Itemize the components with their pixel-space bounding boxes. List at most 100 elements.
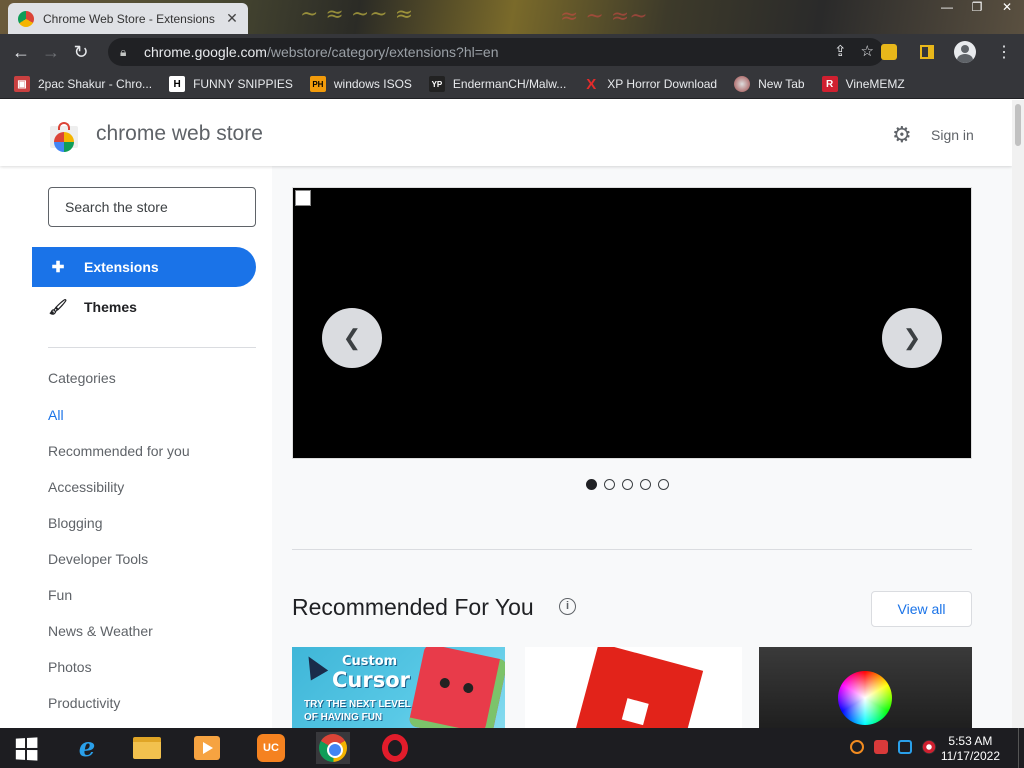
app-tray-icon[interactable] <box>922 740 936 754</box>
bookmark-favicon-icon: YP <box>428 76 445 92</box>
store-title[interactable]: chrome web store <box>96 122 263 146</box>
category-link[interactable]: Productivity <box>48 695 120 711</box>
page-scrollbar[interactable] <box>1012 100 1024 728</box>
divider <box>292 549 972 550</box>
url-path: /webstore/category/extensions?hl=en <box>266 44 499 60</box>
system-clock[interactable]: 5:53 AM 11/17/2022 <box>941 734 1000 764</box>
puzzle-icon: ✚ <box>51 259 65 276</box>
bookmark-label: 2pac Shakur - Chro... <box>38 77 153 91</box>
chevron-right-icon: ❯ <box>902 325 922 350</box>
carousel-dot[interactable] <box>586 479 597 490</box>
category-link-all[interactable]: All <box>48 407 64 423</box>
view-all-button[interactable]: View all <box>871 591 972 627</box>
show-desktop-button[interactable] <box>1018 728 1024 768</box>
categories-heading: Categories <box>48 370 116 386</box>
bookmark-item[interactable]: H FUNNY SNIPPIES <box>169 76 293 92</box>
category-link[interactable]: Fun <box>48 587 72 603</box>
bookmark-star-icon[interactable]: ☆ <box>861 42 874 60</box>
bookmark-label: XP Horror Download <box>607 77 718 91</box>
cursor-arrow-icon <box>299 651 329 681</box>
carousel-dot[interactable] <box>604 479 615 490</box>
web-store-favicon-icon <box>18 10 34 27</box>
gear-icon[interactable]: ⚙ <box>892 122 912 148</box>
bookmark-item[interactable]: PH windows ISOS <box>309 76 412 92</box>
bookmark-item[interactable]: ▣ 2pac Shakur - Chro... <box>14 76 152 92</box>
carousel-prev-button[interactable]: ❮ <box>322 308 382 368</box>
file-explorer-icon[interactable] <box>130 732 164 764</box>
card-banner-subtitle: TRY THE NEXT LEVEL OF HAVING FUN <box>304 698 411 724</box>
side-panel-icon <box>920 45 934 59</box>
bookmark-item[interactable]: X XP Horror Download <box>583 75 718 93</box>
category-link[interactable]: Accessibility <box>48 479 124 495</box>
carousel-dot[interactable] <box>622 479 633 490</box>
search-tray-icon[interactable] <box>850 740 864 754</box>
wallpaper-graffiti: ~ ≈ ~~ ≈ <box>300 2 414 27</box>
new-tab-favicon-icon <box>734 76 751 92</box>
back-button[interactable]: ← <box>6 37 36 67</box>
browser-tab-active[interactable]: Chrome Web Store - Extensions ✕ <box>8 3 248 34</box>
featured-carousel[interactable]: ❮ ❯ <box>292 187 972 459</box>
taskbar: e UC 5:53 AM 11/17/2022 <box>0 728 1024 768</box>
address-bar[interactable]: 🔒︎ chrome.google.com/webstore/category/e… <box>108 38 884 66</box>
extension-card[interactable] <box>525 647 742 728</box>
clock-date: 11/17/2022 <box>940 749 1000 763</box>
extensions-button[interactable] <box>874 37 904 67</box>
internet-explorer-icon[interactable]: e <box>70 732 104 764</box>
forward-button[interactable]: → <box>36 37 66 67</box>
opera-icon[interactable] <box>378 732 412 764</box>
bookmark-label: EndermanCH/Malw... <box>452 77 567 91</box>
media-player-icon[interactable] <box>190 732 224 764</box>
bookmark-label: FUNNY SNIPPIES <box>193 77 293 91</box>
url-host: chrome.google.com <box>144 44 267 60</box>
bookmark-item[interactable]: R VineMEMZ <box>821 76 905 92</box>
bookmarks-bar: ▣ 2pac Shakur - Chro... H FUNNY SNIPPIES… <box>0 70 1024 99</box>
share-icon[interactable]: ⇪ <box>834 42 847 60</box>
category-link[interactable]: Developer Tools <box>48 551 148 567</box>
carousel-next-button[interactable]: ❯ <box>882 308 942 368</box>
uc-browser-icon[interactable]: UC <box>254 732 288 764</box>
chrome-taskbar-icon[interactable] <box>316 732 350 764</box>
tab-title: Chrome Web Store - Extensions <box>43 11 215 26</box>
sidebar-item-themes[interactable]: 🖌︎ Themes <box>32 287 256 327</box>
category-link[interactable]: Recommended for you <box>48 443 190 459</box>
flag-tray-icon[interactable] <box>874 740 888 754</box>
browser-toolbar: ← → ↻ 🔒︎ chrome.google.com/webstore/cate… <box>0 34 1024 70</box>
divider <box>48 347 256 348</box>
url-text[interactable]: chrome.google.com/webstore/category/exte… <box>144 44 499 60</box>
category-link[interactable]: News & Weather <box>48 623 153 639</box>
section-title: Recommended For You <box>292 594 534 620</box>
category-link[interactable]: Blogging <box>48 515 103 531</box>
bookmark-label: New Tab <box>758 77 805 91</box>
windows-start-icon[interactable] <box>15 737 38 761</box>
profile-button[interactable] <box>950 37 980 67</box>
side-panel-button[interactable] <box>912 37 942 67</box>
clock-time: 5:53 AM <box>948 734 993 748</box>
reload-button[interactable]: ↻ <box>66 37 96 67</box>
close-window-icon[interactable]: ✕ <box>998 0 1016 14</box>
bookmark-favicon-icon: H <box>169 76 186 92</box>
lock-icon[interactable]: 🔒︎ <box>120 45 134 60</box>
carousel-dot[interactable] <box>640 479 651 490</box>
scrollbar-thumb[interactable] <box>1015 104 1021 146</box>
restore-icon[interactable]: ❐ <box>968 0 986 14</box>
close-tab-icon[interactable]: ✕ <box>224 10 240 27</box>
sign-in-link[interactable]: Sign in <box>931 127 974 143</box>
carousel-dot[interactable] <box>658 479 669 490</box>
card-banner-title-main: Cursor <box>332 668 411 692</box>
info-icon[interactable]: i <box>559 598 576 615</box>
toolbar-right: ⋮ <box>874 37 1018 67</box>
bookmark-item[interactable]: New Tab <box>734 76 805 92</box>
bookmark-favicon-icon: X <box>586 75 597 93</box>
category-link[interactable]: Photos <box>48 659 92 675</box>
card-banner-subtitle-line: OF HAVING FUN <box>304 712 383 723</box>
sidebar-item-extensions[interactable]: ✚ Extensions <box>32 247 256 287</box>
display-tray-icon[interactable] <box>898 740 912 754</box>
search-input[interactable] <box>48 187 256 227</box>
bookmark-item[interactable]: YP EndermanCH/Malw... <box>428 76 567 92</box>
sidebar-item-label: Themes <box>84 299 137 315</box>
extension-card[interactable]: Custom Cursor TRY THE NEXT LEVEL OF HAVI… <box>292 647 505 728</box>
minimize-icon[interactable]: — <box>938 0 956 14</box>
menu-button[interactable]: ⋮ <box>988 37 1018 67</box>
extension-card[interactable] <box>759 647 972 728</box>
chrome-web-store-logo-icon[interactable] <box>50 122 78 152</box>
